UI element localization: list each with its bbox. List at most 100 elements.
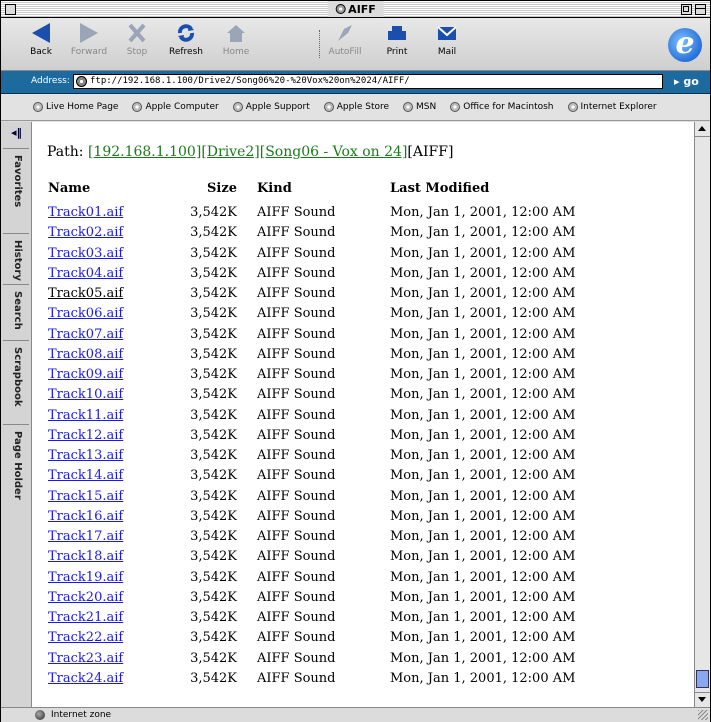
tab-history[interactable]: History xyxy=(3,233,29,285)
file-modified: Mon, Jan 1, 2001, 12:00 AM xyxy=(390,509,576,524)
file-link[interactable]: Track24.aif xyxy=(48,671,123,686)
file-link[interactable]: Track20.aif xyxy=(48,590,123,605)
tab-label: Page Holder xyxy=(12,431,23,500)
file-link[interactable]: Track23.aif xyxy=(48,651,123,666)
file-modified: Mon, Jan 1, 2001, 12:00 AM xyxy=(390,468,576,483)
favorite-link[interactable]: Office for Macintosh xyxy=(450,102,554,112)
table-row: Track21.aif 3,542K AIFF Sound Mon, Jan 1, 2… xyxy=(32,610,692,630)
file-link[interactable]: Track15.aif xyxy=(48,489,123,504)
toolbar-separator xyxy=(319,30,321,58)
sidebar-toggle-icon[interactable]: ◂‖ xyxy=(11,126,23,139)
table-row: Track07.aif 3,542K AIFF Sound Mon, Jan 1, 2… xyxy=(32,327,692,347)
path-link-host[interactable]: [192.168.1.100] xyxy=(88,144,201,160)
file-link[interactable]: Track09.aif xyxy=(48,367,123,382)
file-link[interactable]: Track05.aif xyxy=(48,286,123,301)
file-link[interactable]: Track04.aif xyxy=(48,266,123,281)
address-input[interactable]: ftp://192.168.1.100/Drive2/Song06%20-%20… xyxy=(73,74,663,89)
file-modified: Mon, Jan 1, 2001, 12:00 AM xyxy=(390,590,576,605)
favorite-at-icon xyxy=(567,102,578,112)
collapse-box[interactable] xyxy=(695,4,706,15)
forward-label: Forward xyxy=(70,47,108,57)
path-current: [AIFF] xyxy=(407,144,454,160)
stop-button[interactable]: Stop xyxy=(115,23,159,57)
file-link[interactable]: Track21.aif xyxy=(48,610,123,625)
file-link[interactable]: Track01.aif xyxy=(48,205,123,220)
forward-button[interactable]: Forward xyxy=(67,23,111,57)
home-button[interactable]: Home xyxy=(214,23,258,57)
file-link[interactable]: Track17.aif xyxy=(48,529,123,544)
mail-icon xyxy=(436,23,458,43)
file-link[interactable]: Track07.aif xyxy=(48,327,123,342)
file-link[interactable]: Track11.aif xyxy=(48,408,123,423)
stop-label: Stop xyxy=(126,47,148,57)
file-name-cell: Track20.aif xyxy=(48,590,123,605)
table-row: Track15.aif 3,542K AIFF Sound Mon, Jan 1, 2… xyxy=(32,489,692,509)
favorite-link[interactable]: Apple Support xyxy=(232,102,310,112)
ftp-globe-icon xyxy=(76,76,87,87)
file-link[interactable]: Track10.aif xyxy=(48,387,123,402)
file-link[interactable]: Track13.aif xyxy=(48,448,123,463)
favorite-link[interactable]: MSN xyxy=(403,102,436,112)
file-link[interactable]: Track12.aif xyxy=(48,428,123,443)
go-button[interactable]: ▸ go xyxy=(674,75,699,88)
favorite-link[interactable]: Live Home Page xyxy=(33,102,118,112)
file-size: 3,542K xyxy=(190,246,237,261)
file-size: 3,542K xyxy=(190,468,237,483)
file-link[interactable]: Track06.aif xyxy=(48,306,123,321)
favorite-link[interactable]: Apple Store xyxy=(323,102,389,112)
refresh-button[interactable]: Refresh xyxy=(164,23,208,57)
path-breadcrumb: Path: [192.168.1.100][Drive2][Song06 - V… xyxy=(47,144,453,160)
tab-scrapbook[interactable]: Scrapbook xyxy=(3,340,29,425)
scroll-down-arrow-icon[interactable] xyxy=(695,692,710,707)
print-icon xyxy=(386,23,408,43)
favorite-link[interactable]: Apple Computer xyxy=(132,102,219,112)
file-size: 3,542K xyxy=(190,408,237,423)
file-link[interactable]: Track19.aif xyxy=(48,570,123,585)
table-row: Track13.aif 3,542K AIFF Sound Mon, Jan 1, 2… xyxy=(32,448,692,468)
globe-icon xyxy=(335,4,346,14)
favorite-label: Apple Computer xyxy=(145,102,219,112)
vertical-scrollbar[interactable] xyxy=(694,122,710,707)
file-modified: Mon, Jan 1, 2001, 12:00 AM xyxy=(390,630,576,645)
file-kind: AIFF Sound xyxy=(257,651,336,666)
file-link[interactable]: Track03.aif xyxy=(48,246,123,261)
table-row: Track06.aif 3,542K AIFF Sound Mon, Jan 1, 2… xyxy=(32,306,692,326)
file-link[interactable]: Track18.aif xyxy=(48,549,123,564)
file-name-cell: Track07.aif xyxy=(48,327,123,342)
file-size: 3,542K xyxy=(190,651,237,666)
file-modified: Mon, Jan 1, 2001, 12:00 AM xyxy=(390,225,576,240)
file-link[interactable]: Track14.aif xyxy=(48,468,123,483)
file-link[interactable]: Track08.aif xyxy=(48,347,123,362)
table-row: Track09.aif 3,542K AIFF Sound Mon, Jan 1, 2… xyxy=(32,367,692,387)
tab-favorites[interactable]: Favorites xyxy=(3,148,29,234)
zoom-box[interactable] xyxy=(681,4,692,15)
go-label: go xyxy=(683,75,699,88)
file-name-cell: Track08.aif xyxy=(48,347,123,362)
file-name-cell: Track14.aif xyxy=(48,468,123,483)
favorite-at-icon xyxy=(33,102,43,112)
column-header-size: Size xyxy=(207,181,237,196)
table-row: Track10.aif 3,542K AIFF Sound Mon, Jan 1, 2… xyxy=(32,387,692,407)
close-box[interactable] xyxy=(5,4,16,15)
back-button[interactable]: Back xyxy=(19,23,63,57)
tab-search[interactable]: Search xyxy=(3,284,29,341)
autofill-button[interactable]: AutoFill xyxy=(323,23,367,57)
path-link-drive[interactable]: [Drive2] xyxy=(201,144,259,160)
file-size: 3,542K xyxy=(190,266,237,281)
file-link[interactable]: Track02.aif xyxy=(48,225,123,240)
internet-explorer-logo-icon[interactable]: e xyxy=(668,28,702,62)
title-bar[interactable]: AIFF xyxy=(1,1,710,18)
resize-grip[interactable] xyxy=(698,710,708,720)
file-name-cell: Track05.aif xyxy=(48,286,123,301)
print-button[interactable]: Print xyxy=(375,23,419,57)
mail-button[interactable]: Mail xyxy=(425,23,469,57)
scroll-thumb[interactable] xyxy=(696,670,709,688)
tab-page-holder[interactable]: Page Holder xyxy=(3,424,29,515)
scroll-up-arrow-icon[interactable] xyxy=(695,122,710,137)
file-link[interactable]: Track22.aif xyxy=(48,630,123,645)
file-link[interactable]: Track16.aif xyxy=(48,509,123,524)
favorite-label: Live Home Page xyxy=(46,102,119,112)
path-link-song[interactable]: [Song06 - Vox on 24] xyxy=(260,144,408,160)
favorite-link[interactable]: Internet Explorer xyxy=(567,102,657,112)
address-label: Address: xyxy=(31,76,70,86)
